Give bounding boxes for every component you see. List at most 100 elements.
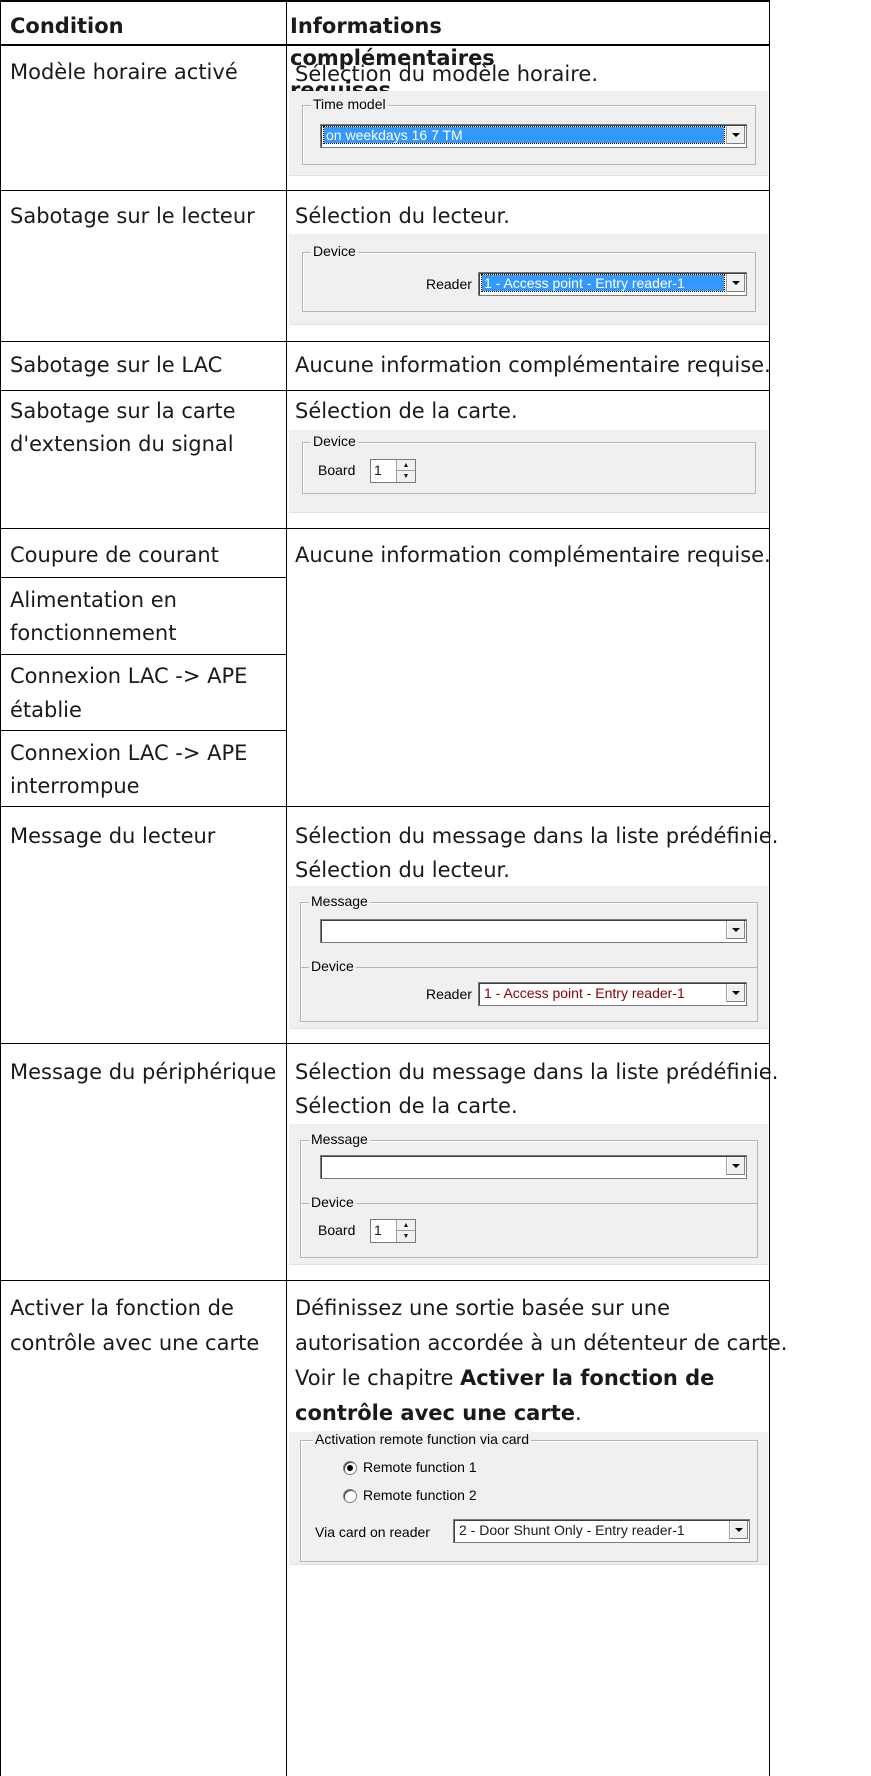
chevron-down-icon <box>732 281 740 285</box>
reader-message-panel: Message Device Reader 1 - Access point -… <box>289 886 768 1029</box>
group-legend: Device <box>311 243 358 259</box>
remote-function-group: Activation remote function via card Remo… <box>300 1431 758 1562</box>
select-value <box>324 1158 724 1174</box>
message-legend: Message <box>309 893 370 909</box>
condition-cell-line2: contrôle avec une carte <box>10 1331 260 1355</box>
device-group: Device Board 1 ▲ ▼ <box>302 433 756 494</box>
info-cell: Sélection du lecteur. <box>295 204 510 228</box>
condition-cell: Coupure de courant <box>10 543 219 567</box>
row-divider <box>0 341 770 342</box>
reader-select[interactable]: 1 - Access point - Entry reader-1 <box>478 982 747 1006</box>
stepper-up-icon[interactable]: ▲ <box>397 460 415 471</box>
board-tamper-panel: Device Board 1 ▲ ▼ <box>289 430 768 513</box>
dropdown-button[interactable] <box>726 274 745 292</box>
table-left-border <box>0 0 1 1776</box>
info-cell-line2: Sélection du lecteur. <box>295 858 510 882</box>
message-device-group: Message Device Reader 1 - Access point -… <box>300 893 758 1022</box>
table-top-border <box>0 0 770 2</box>
dropdown-button[interactable] <box>726 921 745 939</box>
board-stepper[interactable]: 1 ▲ ▼ <box>370 1219 416 1243</box>
time-model-panel: Time model on weekdays 16 7 TM <box>289 91 768 176</box>
condition-cell: Modèle horaire activé <box>10 60 238 84</box>
stepper-value: 1 <box>374 462 382 478</box>
condition-cell-line1: Sabotage sur la carte <box>10 399 236 423</box>
column-divider <box>286 0 287 1776</box>
info-cell: Aucune information complémentaire requis… <box>295 543 771 567</box>
see-chapter-text: Voir le chapitre <box>295 1366 461 1390</box>
condition-cell-line2: établie <box>10 698 82 722</box>
period: . <box>574 1401 582 1425</box>
condition-cell-line1: Activer la fonction de <box>10 1296 234 1320</box>
remote-function-2-radio[interactable] <box>343 1489 357 1503</box>
board-stepper[interactable]: 1 ▲ ▼ <box>370 459 416 483</box>
board-label: Board <box>318 1222 356 1238</box>
chapter-link-part1[interactable]: Activer la fonction de <box>460 1366 714 1390</box>
condition-cell: Sabotage sur le LAC <box>10 353 223 377</box>
condition-cell-line1: Connexion LAC -> APE <box>10 741 248 765</box>
row-divider <box>0 577 287 578</box>
select-value: 1 - Access point - Entry reader-1 <box>481 274 725 292</box>
row-divider <box>0 190 770 191</box>
select-value: 1 - Access point - Entry reader-1 <box>484 985 685 1001</box>
chevron-down-icon <box>732 1164 740 1168</box>
info-cell: Sélection du modèle horaire. <box>295 62 599 86</box>
device-message-panel: Message Device Board 1 ▲ ▼ <box>289 1124 768 1265</box>
stepper-up-icon[interactable]: ▲ <box>397 1220 415 1231</box>
chevron-down-icon <box>732 991 740 995</box>
stepper-down-icon[interactable]: ▼ <box>397 471 415 481</box>
select-value: on weekdays 16 7 TM <box>323 126 725 144</box>
row-divider <box>0 390 770 391</box>
device-group: Device Reader 1 - Access point - Entry r… <box>302 243 756 312</box>
stepper-down-icon[interactable]: ▼ <box>397 1231 415 1241</box>
info-cell-line1: Sélection du message dans la liste prédé… <box>295 1060 779 1084</box>
group-divider <box>301 1203 757 1204</box>
condition-cell: Message du périphérique <box>10 1060 277 1084</box>
chevron-down-icon <box>732 133 740 137</box>
reader-label: Reader <box>426 276 472 292</box>
radio-label: Remote function 2 <box>363 1487 477 1503</box>
condition-cell-line1: Connexion LAC -> APE <box>10 664 248 688</box>
via-card-label: Via card on reader <box>315 1524 430 1540</box>
row-divider <box>0 528 770 529</box>
row-divider <box>0 654 287 655</box>
time-model-group: Time model on weekdays 16 7 TM <box>302 96 756 165</box>
select-value <box>324 922 724 938</box>
table-right-border <box>769 0 770 1776</box>
dropdown-button[interactable] <box>729 1521 748 1539</box>
info-cell: Sélection de la carte. <box>295 399 518 423</box>
chevron-down-icon <box>732 928 740 932</box>
row-divider <box>0 806 770 807</box>
device-legend: Device <box>309 958 356 974</box>
message-device-group: Message Device Board 1 ▲ ▼ <box>300 1131 758 1258</box>
dropdown-button[interactable] <box>726 126 745 144</box>
info-cell-line1: Sélection du message dans la liste prédé… <box>295 824 779 848</box>
radio-label: Remote function 1 <box>363 1459 477 1475</box>
select-value: 2 - Door Shunt Only - Entry reader-1 <box>459 1522 685 1538</box>
row-divider <box>0 730 287 731</box>
info-cell: Aucune information complémentaire requis… <box>295 353 771 377</box>
group-legend: Activation remote function via card <box>313 1431 531 1447</box>
board-label: Board <box>318 462 356 478</box>
chevron-down-icon <box>735 1528 743 1532</box>
info-cell-line2: autorisation accordée à un détenteur de … <box>295 1331 788 1355</box>
chapter-link-part2[interactable]: contrôle avec une carte <box>295 1401 575 1425</box>
condition-cell-line1: Alimentation en <box>10 588 177 612</box>
message-select[interactable] <box>320 919 747 943</box>
header-condition: Condition <box>10 14 124 38</box>
remote-function-1-radio[interactable] <box>343 1461 357 1475</box>
message-select[interactable] <box>320 1155 747 1179</box>
reader-select[interactable]: 2 - Door Shunt Only - Entry reader-1 <box>453 1519 750 1543</box>
condition-cell-line2: interrompue <box>10 774 140 798</box>
reader-label: Reader <box>426 986 472 1002</box>
reader-select[interactable]: 1 - Access point - Entry reader-1 <box>478 272 747 296</box>
group-legend: Device <box>311 433 358 449</box>
info-cell-line4: contrôle avec une carte. <box>295 1395 582 1431</box>
message-legend: Message <box>309 1131 370 1147</box>
time-model-select[interactable]: on weekdays 16 7 TM <box>320 124 747 148</box>
dropdown-button[interactable] <box>726 1157 745 1175</box>
condition-cell: Sabotage sur le lecteur <box>10 204 255 228</box>
group-divider <box>301 967 757 968</box>
dropdown-button[interactable] <box>726 984 745 1002</box>
stepper-value: 1 <box>374 1222 382 1238</box>
info-cell-line2: Sélection de la carte. <box>295 1094 518 1118</box>
